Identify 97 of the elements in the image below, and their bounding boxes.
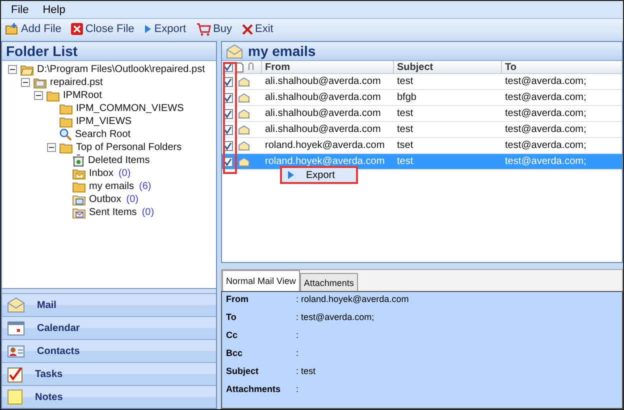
close-icon xyxy=(242,24,254,34)
item-count: (0) xyxy=(142,207,154,218)
field-label: Bcc xyxy=(226,348,244,360)
toolbar-button[interactable]: Export xyxy=(142,20,188,38)
table-cell-text: tset xyxy=(396,140,414,151)
table-cell-text: ali.shalhoub@averda.com xyxy=(264,108,382,119)
nav-button[interactable]: Tasks xyxy=(2,362,216,385)
mail-row[interactable]: ali.shalhoub@averda.com test test@averda.com; xyxy=(222,122,622,138)
trash-icon xyxy=(72,154,85,167)
field-label: Subject xyxy=(226,366,260,378)
table-cell-text: test xyxy=(396,124,414,135)
play-icon xyxy=(144,24,152,34)
field-value: : xyxy=(296,330,300,342)
file-stack-icon xyxy=(33,76,47,88)
table-cell-text: test@averda.com; xyxy=(504,140,588,151)
toolbar-button[interactable]: Close File xyxy=(69,20,136,38)
field-value: : test@averda.com; xyxy=(296,312,376,324)
item-count: (0) xyxy=(126,194,138,205)
folder-label[interactable]: Outbox xyxy=(89,194,122,205)
collapse-icon[interactable] xyxy=(34,91,43,100)
item-count: (6) xyxy=(139,181,152,192)
toolbar-button[interactable]: Exit xyxy=(240,20,276,38)
tab[interactable]: Attachments xyxy=(300,273,358,291)
note-icon xyxy=(7,389,23,405)
table-cell-text: test xyxy=(396,156,414,167)
column-header[interactable]: To xyxy=(501,61,622,73)
panel-title: Folder List xyxy=(2,42,216,61)
table-cell-text: test@averda.com; xyxy=(504,124,588,135)
mail-folder-icon xyxy=(72,168,86,180)
table-cell-text: test@averda.com; xyxy=(504,156,588,167)
item-count: (0) xyxy=(118,168,131,179)
field-label: From xyxy=(226,294,250,306)
table-cell-text: test xyxy=(396,76,414,87)
list-title: my emails xyxy=(248,43,316,59)
folder-label[interactable]: Top of Personal Folders xyxy=(76,142,182,153)
field-value: : test xyxy=(296,366,317,378)
table-cell-text: roland.hoyek@averda.com xyxy=(264,156,386,167)
table-cell-text: bfgb xyxy=(396,92,418,103)
nav-button[interactable]: Contacts xyxy=(2,339,216,362)
mail-row[interactable]: roland.hoyek@averda.com tset test@averda.com; xyxy=(222,138,622,154)
mail-row[interactable]: ali.shalhoub@averda.com test test@averda.com; xyxy=(222,74,622,90)
collapse-icon[interactable] xyxy=(21,78,30,87)
folder-label[interactable]: IPM_VIEWS xyxy=(76,116,132,127)
play-icon xyxy=(288,171,294,179)
toolbar-button[interactable]: Buy xyxy=(194,20,234,38)
folder-icon xyxy=(59,142,73,154)
clipboard-check-icon xyxy=(7,366,23,382)
field-label: Attachments xyxy=(226,384,282,396)
field-label: Cc xyxy=(226,330,239,342)
table-cell-text: roland.hoyek@averda.com xyxy=(264,140,386,151)
close-icon xyxy=(71,23,84,35)
folder-icon xyxy=(72,180,86,192)
search-icon xyxy=(59,128,72,141)
mail-folder-icon xyxy=(72,206,86,218)
folder-label[interactable]: Sent Items xyxy=(89,207,137,218)
folder-icon xyxy=(59,116,73,128)
table-cell-text: ali.shalhoub@averda.com xyxy=(264,76,382,87)
field-value: : xyxy=(296,384,300,396)
field-label: To xyxy=(226,312,238,324)
open-folder-icon xyxy=(20,64,34,76)
table-cell-text: test@averda.com; xyxy=(504,76,588,87)
tab[interactable]: Normal Mail View xyxy=(222,270,300,291)
table-cell-text: ali.shalhoub@averda.com xyxy=(264,124,382,135)
collapse-icon[interactable] xyxy=(47,143,56,152)
folder-icon xyxy=(59,102,73,114)
mail-folder-icon xyxy=(72,194,86,206)
folder-label[interactable]: repaired.pst xyxy=(50,77,103,88)
folder-label[interactable]: IPM_COMMON_VIEWS xyxy=(76,103,184,114)
column-header[interactable]: Subject xyxy=(393,61,501,73)
menu-item[interactable]: File xyxy=(11,4,29,16)
folder-icon xyxy=(46,90,60,102)
mail-row[interactable]: ali.shalhoub@averda.com bfgb test@averda.com; xyxy=(222,90,622,106)
field-value: : xyxy=(296,348,300,360)
column-header[interactable]: From xyxy=(261,61,393,73)
contact-card-icon xyxy=(7,344,25,358)
mail-row[interactable]: ali.shalhoub@averda.com test test@averda.com; xyxy=(222,106,622,122)
menu-item[interactable]: Help xyxy=(42,4,66,16)
toolbar-button[interactable]: Add File xyxy=(3,20,64,38)
collapse-icon[interactable] xyxy=(8,65,17,74)
folder-label[interactable]: D:\Program Files\Outlook\repaired.pst xyxy=(37,64,205,75)
folder-plus-icon xyxy=(5,23,19,35)
table-cell-text: test xyxy=(396,108,414,119)
folder-label[interactable]: Search Root xyxy=(75,129,131,140)
table-cell-text: ali.shalhoub@averda.com xyxy=(264,92,382,103)
nav-button[interactable]: Notes xyxy=(2,385,216,408)
nav-button[interactable]: Calendar xyxy=(2,316,216,339)
nav-button[interactable]: Mail xyxy=(2,293,216,316)
table-cell-text: test@averda.com; xyxy=(504,92,588,103)
folder-label[interactable]: IPMRoot xyxy=(63,90,102,101)
folder-label[interactable]: Deleted Items xyxy=(88,155,150,166)
cart-icon xyxy=(196,22,212,36)
context-menu-item[interactable]: Export xyxy=(280,166,358,184)
field-value: : roland.hoyek@averda.com xyxy=(296,294,410,306)
table-cell-text: test@averda.com; xyxy=(504,108,588,119)
folder-label[interactable]: my emails xyxy=(89,181,134,192)
calendar-icon xyxy=(7,320,25,336)
folder-label[interactable]: Inbox xyxy=(89,168,114,179)
